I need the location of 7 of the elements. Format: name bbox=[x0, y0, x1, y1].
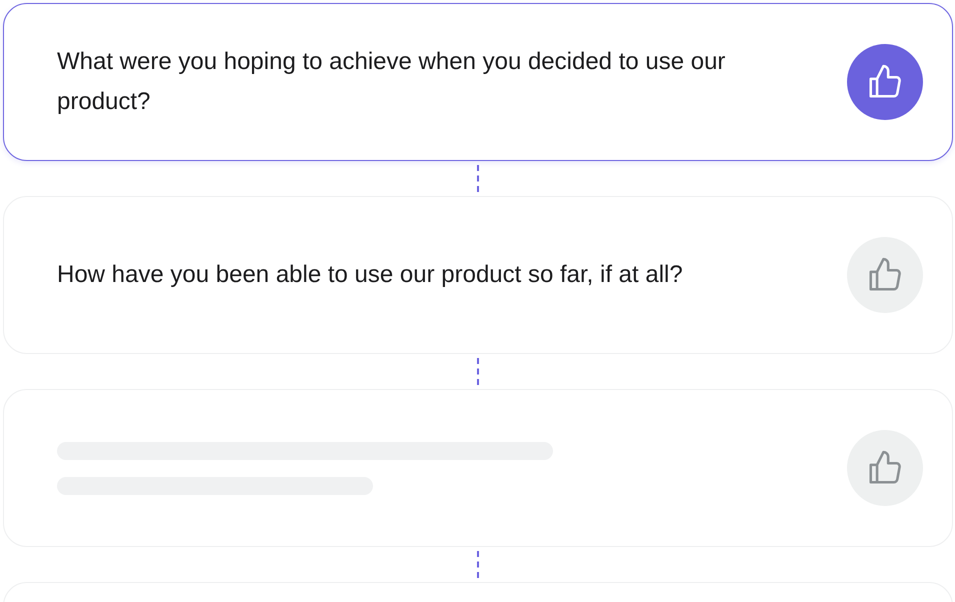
connector-line bbox=[477, 551, 479, 578]
question-text: What were you hoping to achieve when you decided to use our product? bbox=[57, 47, 726, 117]
question-text: How have you been able to use our product so far, if at all? bbox=[57, 260, 683, 290]
question-card[interactable]: How have you been able to use our product so far, if at all? bbox=[3, 196, 953, 354]
connector-line bbox=[477, 165, 479, 192]
connector-line bbox=[477, 358, 479, 385]
question-card[interactable]: What were you hoping to achieve when you decided to use our product? bbox=[3, 3, 953, 161]
